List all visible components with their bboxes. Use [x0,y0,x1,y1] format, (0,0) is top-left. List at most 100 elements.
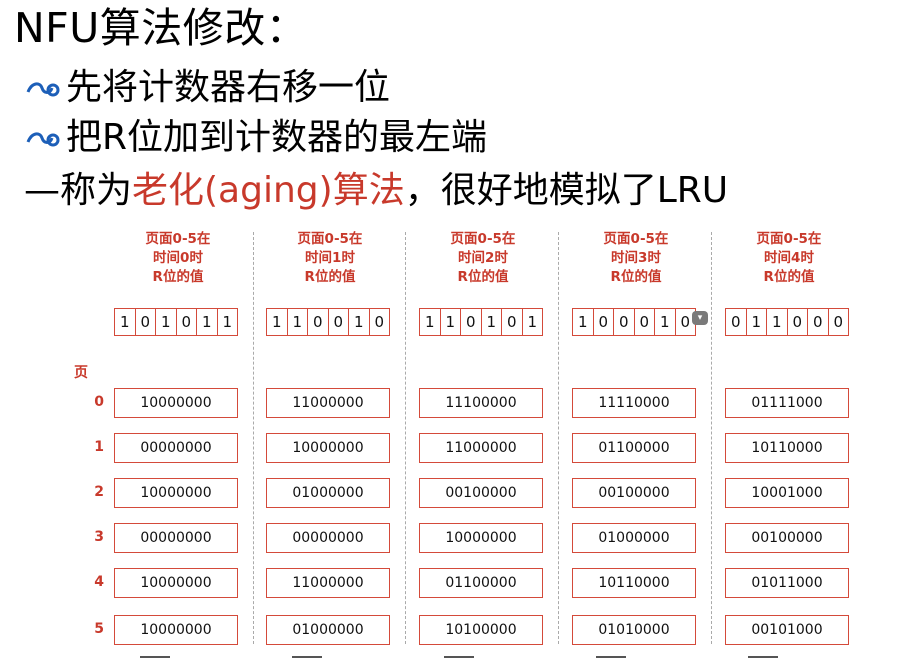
counter-cell-page-4: 10000000 [114,568,238,598]
r-bit-cell: 1 [573,309,594,335]
column-header: 页面0-5在 时间0时 R位的值 [114,230,242,287]
aging-line: —称为老化(aging)算法，很好地模拟了LRU [24,168,728,214]
bullet-1-text: 先将计数器右移一位 [66,67,391,108]
counter-cell-page-2: 00100000 [572,478,696,508]
column-header-line: R位的值 [763,269,815,285]
r-bit-cell: 1 [197,309,218,335]
r-bit-cell: 1 [288,309,308,335]
r-bit-cell: 1 [747,309,767,335]
column-header-line: 页面0-5在 [603,231,669,247]
r-bit-cell: 0 [614,309,635,335]
page-index-0: 0 [94,394,104,410]
r-bit-cell: 0 [833,313,844,331]
counter-cell-page-3: 00100000 [725,523,849,553]
r-bit-cell: 1 [222,313,233,331]
r-bit-cell: 0 [136,309,156,335]
r-bit-cell: 1 [482,309,502,335]
r-bits-row: 011000 [725,308,849,336]
column-header-line: 页面0-5在 [756,231,822,247]
column-divider [558,232,559,644]
counter-cell-page-4: 10110000 [572,568,696,598]
r-bit-cell: 0 [635,309,655,335]
counter-cell-page-0: 11100000 [419,388,543,418]
counter-cell-page-2: 00100000 [419,478,543,508]
column-header-line: R位的值 [152,269,204,285]
bullet-1: 先将计数器右移一位 [26,66,390,111]
counter-cell-page-5: 10000000 [114,615,238,645]
r-bit-cell: 1 [156,309,177,335]
bullet-2: 把R位加到计数器的最左端 [26,116,487,161]
column-header-line: 页面0-5在 [145,231,211,247]
r-bit-cell: 0 [502,309,523,335]
r-bit-cell: 1 [527,313,538,331]
r-bit-cell: 0 [808,309,829,335]
counter-cell-page-3: 00000000 [266,523,390,553]
r-bits-row: 100010 [572,308,696,336]
r-bit-cell: 1 [420,309,441,335]
page-index-5: 5 [94,621,104,637]
r-bit-cell: 1 [441,309,461,335]
aging-line-suffix: ，很好地模拟了LRU [404,170,729,211]
column-header-line: 页面0-5在 [297,231,363,247]
page-index-4: 4 [94,574,104,590]
counter-cell-page-2: 10000000 [114,478,238,508]
column-divider [253,232,254,644]
r-bits-row: 101011 [114,308,238,336]
dropdown-overlay-icon[interactable]: ▾ [692,311,708,325]
counter-cell-page-3: 01000000 [572,523,696,553]
r-bit-cell: 0 [461,309,482,335]
page-index-1: 1 [94,439,104,455]
bullet-2-text: 把R位加到计数器的最左端 [66,117,488,158]
column-header-line: R位的值 [304,269,356,285]
counter-cell-page-3: 00000000 [114,523,238,553]
column-header-line: 页面0-5在 [450,231,516,247]
column-divider [711,232,712,644]
r-bits-row: 110101 [419,308,543,336]
counter-cell-page-4: 01100000 [419,568,543,598]
column-header-line: 时间2时 [458,250,508,266]
swirl-bullet-icon [26,67,66,111]
counter-cell-page-0: 11110000 [572,388,696,418]
column-header: 页面0-5在 时间3时 R位的值 [572,230,700,287]
divider-stub [444,656,474,662]
counter-cell-page-1: 10110000 [725,433,849,463]
column-header-line: R位的值 [610,269,662,285]
r-bit-cell: 1 [267,309,288,335]
aging-line-highlight: 老化(aging)算法 [132,170,405,211]
r-bit-cell: 0 [329,309,349,335]
swirl-bullet-icon [26,117,66,161]
counter-cell-page-1: 11000000 [419,433,543,463]
column-header-line: 时间0时 [153,250,203,266]
r-bit-cell: 1 [115,309,136,335]
divider-stub [596,656,626,662]
counter-cell-page-4: 11000000 [266,568,390,598]
counter-cell-page-5: 01000000 [266,615,390,645]
counter-cell-page-1: 10000000 [266,433,390,463]
r-bit-cell: 0 [788,309,808,335]
r-bit-cell: 0 [308,309,329,335]
counter-cell-page-1: 00000000 [114,433,238,463]
counter-cell-page-4: 01011000 [725,568,849,598]
counter-cell-page-0: 10000000 [114,388,238,418]
divider-stub [292,656,322,662]
column-header-line: 时间3时 [611,250,661,266]
r-bit-cell: 1 [349,309,370,335]
column-header: 页面0-5在 时间4时 R位的值 [725,230,853,287]
counter-cell-page-5: 01010000 [572,615,696,645]
column-divider [405,232,406,644]
divider-stub [140,656,170,662]
page-axis-label: 页 [74,365,88,381]
column-header-line: 时间1时 [305,250,355,266]
column-header-line: 时间4时 [764,250,814,266]
counter-cell-page-2: 01000000 [266,478,390,508]
column-header: 页面0-5在 时间2时 R位的值 [419,230,547,287]
r-bit-cell: 0 [726,309,747,335]
counter-cell-page-1: 01100000 [572,433,696,463]
r-bit-cell: 0 [594,309,614,335]
r-bit-cell: 0 [177,309,197,335]
r-bit-cell: 0 [374,313,385,331]
r-bits-row: 110010 [266,308,390,336]
column-header-line: R位的值 [457,269,509,285]
r-bit-cell: 1 [767,309,788,335]
r-bit-cell: 1 [655,309,676,335]
